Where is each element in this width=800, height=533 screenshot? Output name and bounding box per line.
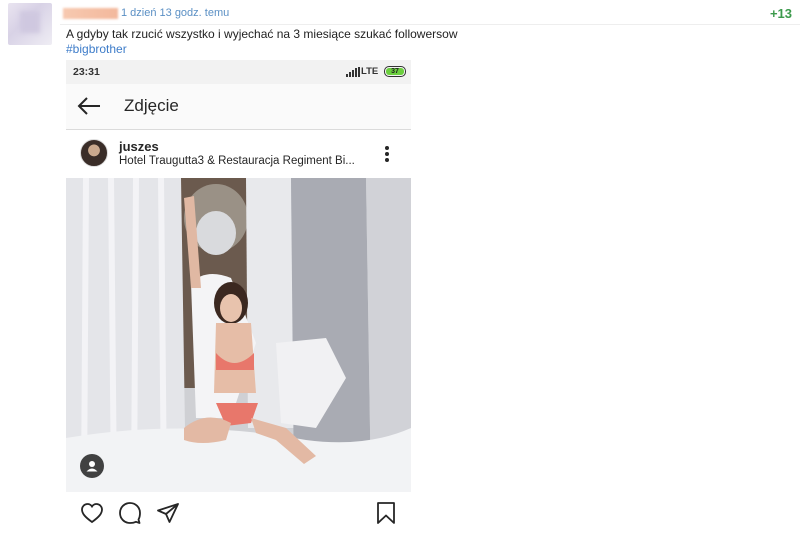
author-name-redacted[interactable] (63, 8, 118, 19)
battery-level: 37 (386, 68, 404, 75)
entry-timestamp[interactable]: 1 dzień 13 godz. temu (121, 7, 229, 19)
signal-icon (346, 67, 360, 77)
screen-title: Zdjęcie (124, 96, 179, 115)
status-time: 23:31 (73, 66, 100, 78)
entry-body: A gdyby tak rzucić wszystko i wyjechać n… (66, 27, 457, 57)
author-avatar[interactable] (8, 3, 52, 45)
post-header: juszes Hotel Traugutta3 & Restauracja Re… (66, 130, 411, 178)
post-photo[interactable] (66, 178, 411, 492)
entry-body-text: A gdyby tak rzucić wszystko i wyjechać n… (66, 27, 458, 41)
vote-count[interactable]: +13 (770, 6, 792, 21)
phone-status-bar: 23:31 LTE 37 (66, 60, 411, 84)
heart-icon[interactable] (80, 501, 104, 525)
header-divider (60, 24, 800, 25)
back-arrow-icon[interactable] (76, 96, 102, 116)
hashtag-link[interactable]: #bigbrother (66, 42, 457, 57)
microblog-entry: 1 dzień 13 godz. temu +13 A gdyby tak rz… (0, 0, 800, 533)
battery-icon: 37 (384, 66, 406, 77)
share-icon[interactable] (156, 501, 180, 525)
user-tag-icon[interactable] (80, 454, 104, 478)
profile-avatar[interactable] (80, 139, 108, 167)
photo-illustration (66, 178, 411, 492)
comment-icon[interactable] (118, 501, 142, 525)
bookmark-icon[interactable] (374, 501, 398, 525)
post-location[interactable]: Hotel Traugutta3 & Restauracja Regiment … (119, 155, 359, 167)
more-options-icon[interactable] (384, 145, 390, 163)
app-bar: Zdjęcie (66, 84, 411, 130)
network-label: LTE (361, 66, 379, 77)
embedded-screenshot[interactable]: 23:31 LTE 37 Zdjęcie juszes Hotel Traugu… (66, 60, 411, 533)
post-username[interactable]: juszes (119, 139, 159, 154)
post-actions (66, 492, 411, 533)
